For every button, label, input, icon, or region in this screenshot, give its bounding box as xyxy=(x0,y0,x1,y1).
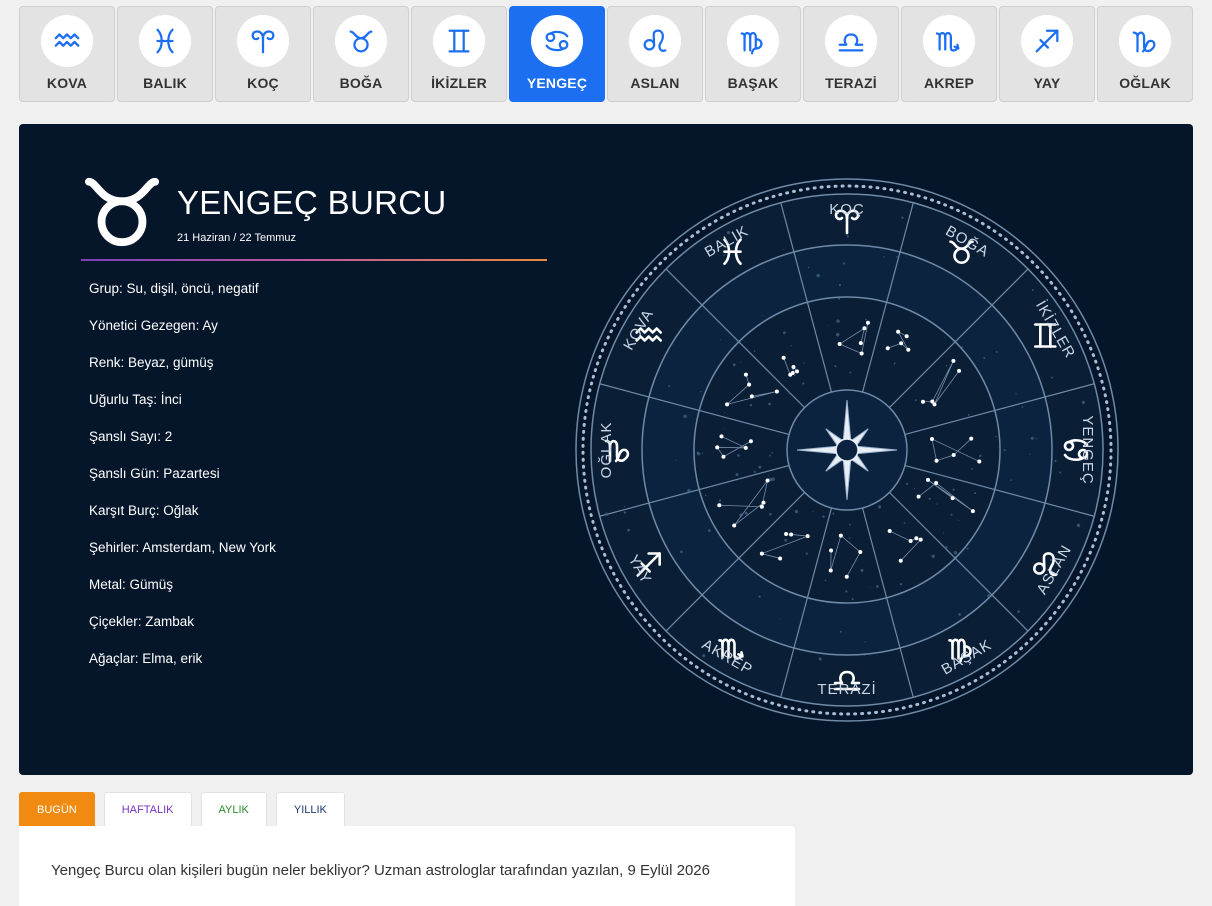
sign-tab-capricorn[interactable]: OĞLAK xyxy=(1097,6,1193,102)
sign-label: TERAZİ xyxy=(825,75,877,91)
pisces-icon xyxy=(156,28,174,54)
taurus-icon xyxy=(349,30,373,53)
sign-icon-circle xyxy=(1021,15,1073,67)
cancer-icon xyxy=(545,30,569,52)
zodiac-nav: KOVA BALIK KOÇ BOĞA İKİZLER YENGEÇ ASLAN BAŞAK T… xyxy=(19,6,1193,102)
sign-icon-circle xyxy=(727,15,779,67)
sign-label: İKİZLER xyxy=(431,75,487,91)
fact-lucky-stone: Uğurlu Taş: İnci xyxy=(89,392,182,407)
fact-color: Renk: Beyaz, gümüş xyxy=(89,355,214,370)
leo-icon xyxy=(643,29,667,52)
fact-ruling-planet: Yönetici Gezegen: Ay xyxy=(89,318,218,333)
tab-monthly[interactable]: AYLIK xyxy=(200,792,267,827)
sign-icon-circle xyxy=(139,15,191,67)
sign-tab-sagittarius[interactable]: YAY xyxy=(999,6,1095,102)
sign-dates: 21 Haziran / 22 Temmuz xyxy=(177,232,297,244)
sagittarius-icon xyxy=(1035,29,1059,53)
sign-label: BOĞA xyxy=(339,75,383,91)
sign-label: KOVA xyxy=(46,75,88,91)
sign-label: BAŞAK xyxy=(727,75,779,91)
fact-opposite-sign: Karşıt Burç: Oğlak xyxy=(89,503,199,518)
tab-weekly[interactable]: HAFTALIK xyxy=(103,792,192,827)
sign-icon-circle xyxy=(433,15,485,67)
aries-icon xyxy=(251,30,275,54)
gemini-icon xyxy=(448,29,470,53)
sign-icon-circle xyxy=(41,15,93,67)
zodiac-wheel: KOÇBOĞAİKİZLERYENGEÇASLANBAŞAKTERAZİAKRE… xyxy=(575,178,1119,722)
fact-flowers: Çiçekler: Zambak xyxy=(89,614,195,629)
sign-tab-cancer[interactable]: YENGEÇ xyxy=(509,6,605,102)
sign-tab-aquarius[interactable]: KOVA xyxy=(19,6,115,102)
divider xyxy=(81,259,547,261)
sign-tab-gemini[interactable]: İKİZLER xyxy=(411,6,507,102)
sign-tab-taurus[interactable]: BOĞA xyxy=(313,6,409,102)
sign-tab-scorpio[interactable]: AKREP xyxy=(901,6,997,102)
fact-lucky-day: Şanslı Gün: Pazartesi xyxy=(89,466,220,481)
wheel-label: KOÇ xyxy=(829,201,865,218)
wheel-label: OĞLAK xyxy=(598,422,615,479)
sign-hero-panel: YENGEÇ BURCU 21 Haziran / 22 Temmuz Grup… xyxy=(19,124,1193,775)
sign-label: KOÇ xyxy=(247,75,279,91)
tab-today[interactable]: BUGÜN xyxy=(19,792,95,836)
sign-facts: Grup: Su, dişil, öncü, negatif Yönetici … xyxy=(89,280,276,687)
sign-tab-aries[interactable]: KOÇ xyxy=(215,6,311,102)
virgo-icon xyxy=(740,31,763,55)
page-title: YENGEÇ BURCU xyxy=(177,184,447,221)
sign-label: OĞLAK xyxy=(1119,75,1171,91)
sign-label: ASLAN xyxy=(630,75,680,91)
scorpio-icon xyxy=(935,31,960,52)
sign-icon-circle xyxy=(629,15,681,67)
sign-tab-pisces[interactable]: BALIK xyxy=(117,6,213,102)
aquarius-icon xyxy=(54,33,80,47)
sign-tab-libra[interactable]: TERAZİ xyxy=(803,6,899,102)
fact-trees: Ağaçlar: Elma, erik xyxy=(89,651,203,666)
sign-icon-circle xyxy=(923,15,975,67)
fact-group: Grup: Su, dişil, öncü, negatif xyxy=(89,281,259,296)
libra-icon xyxy=(838,33,864,52)
tab-yearly[interactable]: YILLIK xyxy=(275,792,345,827)
capricorn-icon xyxy=(1132,31,1156,53)
sign-tab-virgo[interactable]: BAŞAK xyxy=(705,6,801,102)
sign-label: AKREP xyxy=(923,75,974,91)
sign-label: BALIK xyxy=(143,75,187,91)
sign-icon-circle xyxy=(335,15,387,67)
horoscope-text: Yengeç Burcu olan kişileri bugün neler b… xyxy=(51,862,710,879)
fact-lucky-number: Şanslı Sayı: 2 xyxy=(89,429,173,444)
sign-icon-circle xyxy=(1119,15,1171,67)
period-tabs: BUGÜN HAFTALIK AYLIK YILLIK xyxy=(19,792,345,836)
sign-icon-circle xyxy=(237,15,289,67)
horoscope-content: Yengeç Burcu olan kişileri bugün neler b… xyxy=(19,826,795,906)
sign-label: YAY xyxy=(1033,75,1061,91)
sign-icon-circle xyxy=(531,15,583,67)
fact-metal: Metal: Gümüş xyxy=(89,577,174,592)
wheel-label: TERAZİ xyxy=(817,680,876,698)
sign-icon-circle xyxy=(825,15,877,67)
sign-label: YENGEÇ xyxy=(526,75,588,91)
sign-tab-leo[interactable]: ASLAN xyxy=(607,6,703,102)
taurus-icon xyxy=(84,177,160,247)
wheel-label: YENGEÇ xyxy=(1079,415,1096,484)
fact-cities: Şehirler: Amsterdam, New York xyxy=(89,540,276,555)
